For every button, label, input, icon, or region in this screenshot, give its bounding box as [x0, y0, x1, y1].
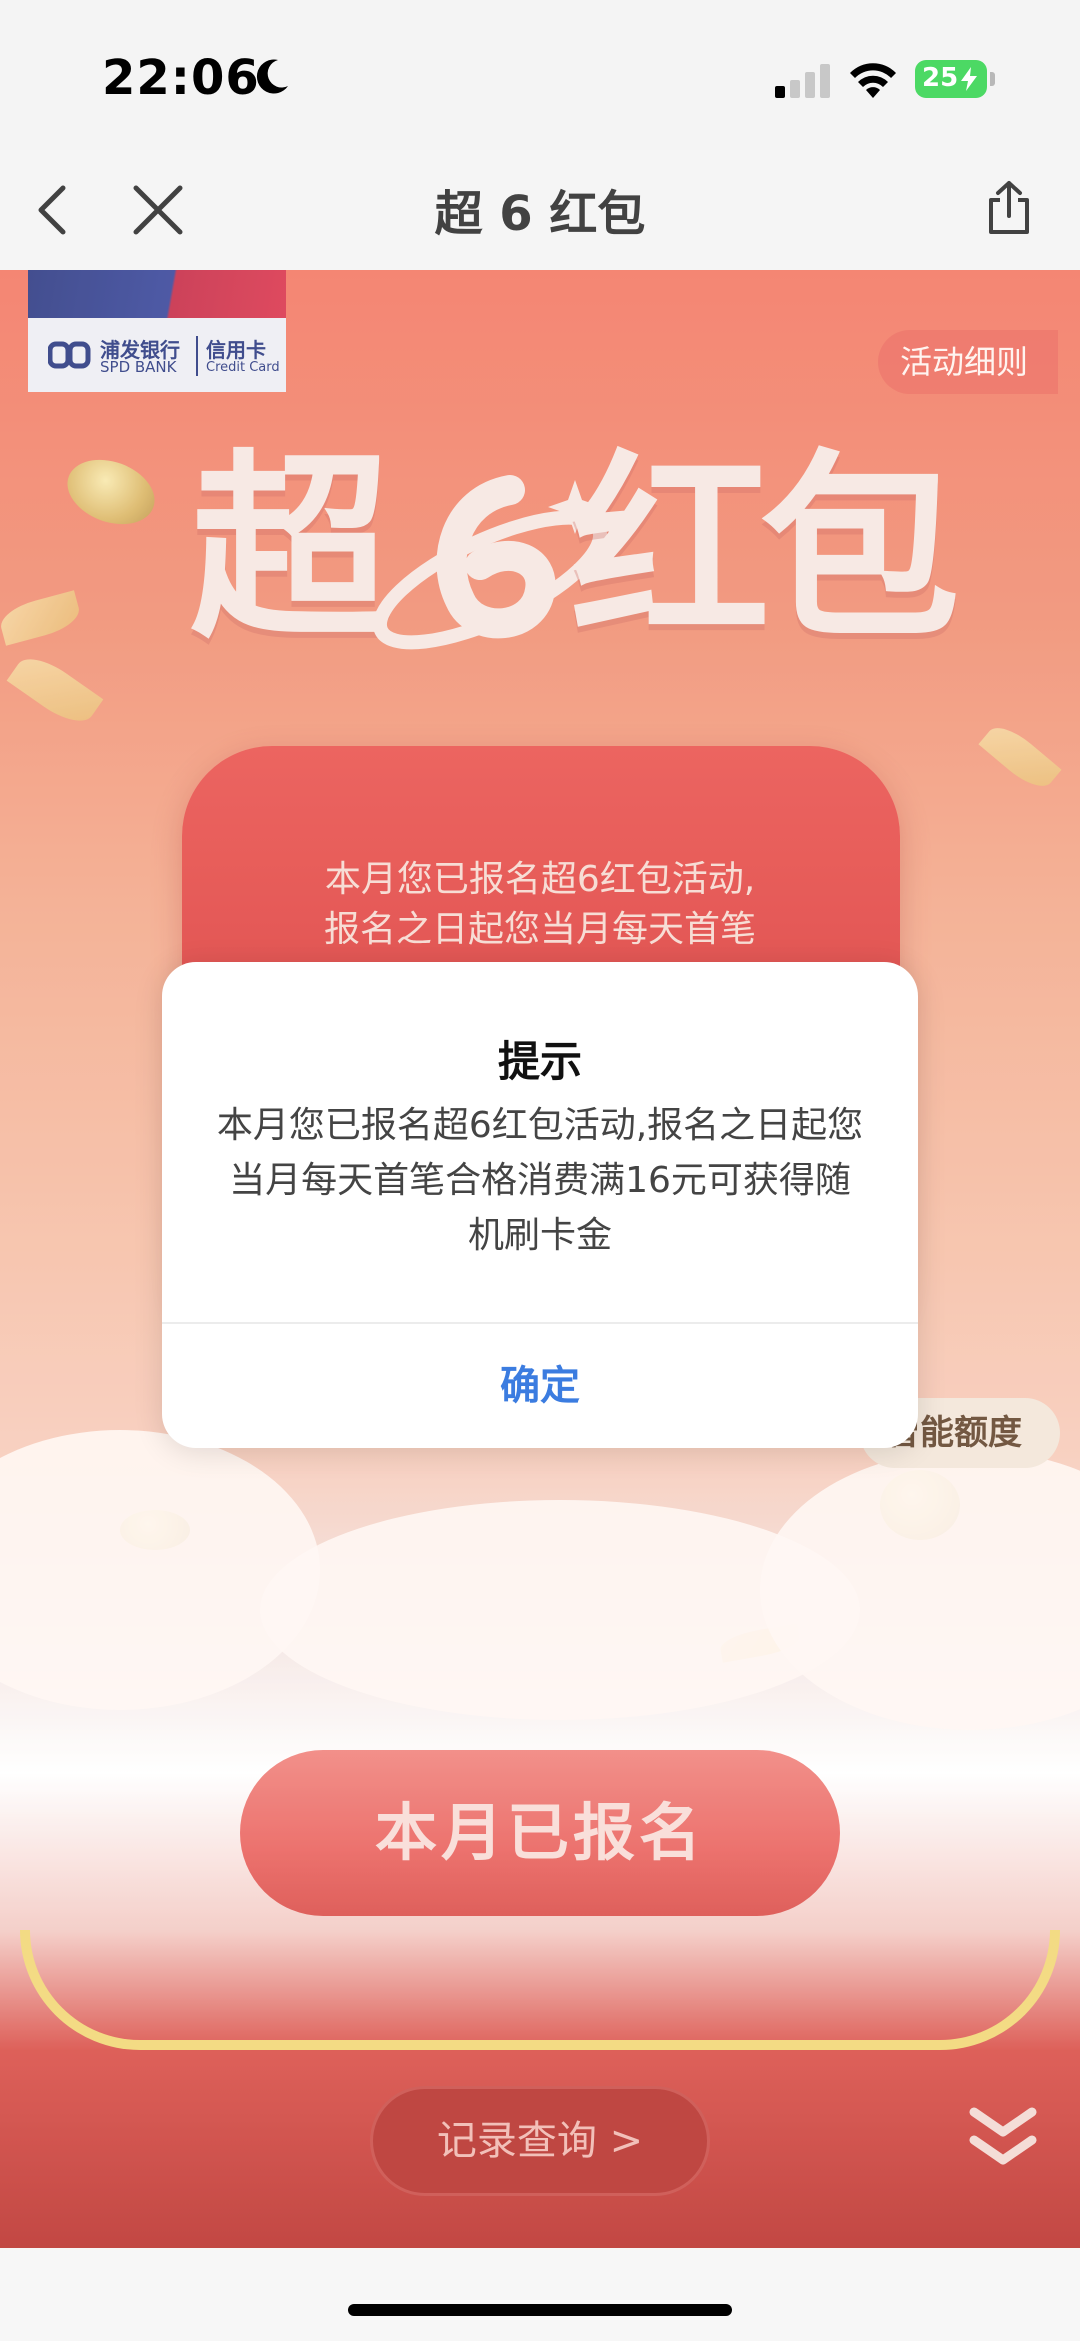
bottom-bar [0, 2248, 1080, 2341]
status-bar: 22:06 25 [0, 0, 1080, 150]
signal-icon [775, 62, 831, 98]
status-time: 22:06 [102, 50, 260, 106]
confirm-button[interactable]: 确定 [162, 1324, 918, 1448]
wifi-icon [850, 63, 896, 98]
dialog-message: 本月您已报名超6红包活动,报名之日起您当月每天首笔合格消费满16元可获得随机刷卡… [216, 1105, 864, 1256]
battery-level: 25 [922, 63, 959, 93]
alert-dialog: 提示 本月您已报名超6红包活动,报名之日起您当月每天首笔合格消费满16元可获得随… [162, 962, 918, 1448]
battery-charging-icon: 25 [915, 60, 987, 98]
moon-icon [256, 59, 288, 94]
home-indicator[interactable] [348, 2304, 732, 2316]
battery-cap [990, 72, 995, 86]
dialog-title: 提示 [497, 1037, 582, 1086]
bolt-icon [961, 67, 977, 91]
